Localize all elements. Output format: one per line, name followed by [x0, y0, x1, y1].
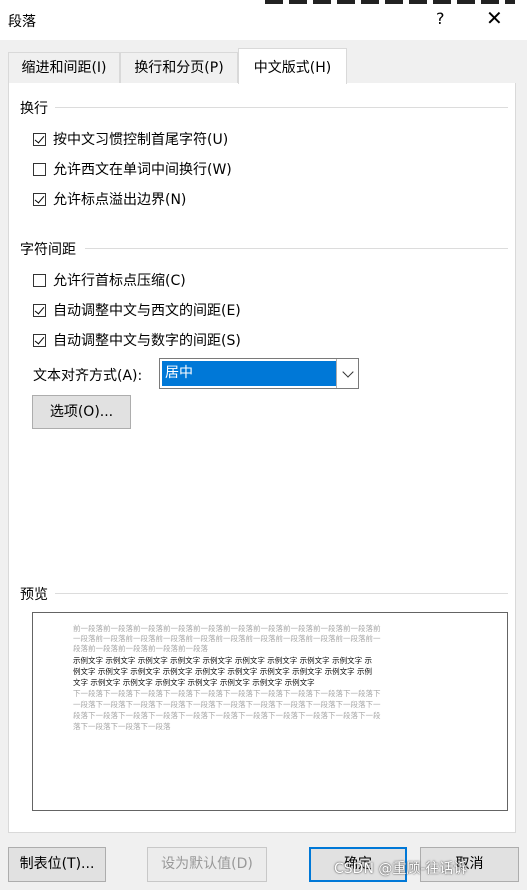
option-label: 自动调整中文与数字的间距(S): [53, 333, 241, 349]
preview-line: 落下一段落下一段落下一段落: [73, 722, 171, 731]
option-label: 允许标点溢出边界(N): [53, 192, 187, 208]
preview-line: 例文字 示例文字 示例文字 示例文字 示例文字 示例文字 示例文字 示例文字 示…: [73, 667, 372, 676]
option-space-asian-numbers[interactable]: 自动调整中文与数字的间距(S): [33, 330, 241, 350]
preview-line: 下一段落下一段落下一段落下一段落下一段落下一段落下一段落下一段落下一段落下一段落…: [73, 689, 381, 698]
set-default-button[interactable]: 设为默认值(D): [147, 847, 267, 882]
text-alignment-value: 居中: [162, 361, 336, 386]
group-divider: [55, 593, 508, 594]
preview-line: 示例文字 示例文字 示例文字 示例文字 示例文字 示例文字 示例文字 示例文字 …: [73, 656, 372, 665]
group-divider: [55, 107, 508, 108]
checkbox[interactable]: [33, 162, 46, 176]
preview-group-title: 预览: [20, 587, 48, 603]
checkbox[interactable]: [33, 132, 46, 146]
preview-line: 段落下一段落下一段落下一段落下一段落下一段落下一段落下一段落下一段落下一段落下一…: [73, 711, 381, 720]
group-divider: [85, 248, 508, 249]
watermark: CSDN @重顾-往话诉: [334, 861, 468, 877]
option-punctuation-control[interactable]: 按中文习惯控制首尾字符(U): [33, 129, 228, 149]
preview-box: 前一段落前一段落前一段落前一段落前一段落前一段落前一段落前一段落前一段落前一段落…: [32, 612, 508, 811]
option-label: 自动调整中文与西文的间距(E): [53, 303, 241, 319]
close-button[interactable]: ✕: [486, 6, 503, 30]
option-western-word-wrap[interactable]: 允许西文在单词中间换行(W): [33, 159, 232, 179]
tab-indents-spacing[interactable]: 缩进和间距(I): [8, 52, 120, 83]
option-compress-punctuation[interactable]: 允许行首标点压缩(C): [33, 270, 186, 290]
tab-line-page-breaks[interactable]: 换行和分页(P): [120, 52, 238, 83]
preview-line: 段落前一段落前一段落前一段落前一段落: [73, 644, 208, 653]
background-window-artifact: [265, 0, 515, 4]
checkbox[interactable]: [33, 333, 46, 347]
option-label: 允许行首标点压缩(C): [53, 273, 186, 289]
checkbox[interactable]: [33, 192, 46, 206]
dialog-title: 段落: [8, 14, 36, 30]
checkbox[interactable]: [33, 303, 46, 317]
preview-line: 一段落下一段落下一段落下一段落下一段落下一段落下一段落下一段落下一段落下一段落下…: [73, 700, 381, 709]
line-break-group-title: 换行: [20, 101, 48, 117]
chevron-down-icon[interactable]: [336, 359, 358, 388]
option-hanging-punctuation[interactable]: 允许标点溢出边界(N): [33, 189, 186, 209]
preview-line: 文字 示例文字 示例文字 示例文字 示例文字 示例文字 示例文字 示例文字: [73, 678, 315, 687]
tabs-button[interactable]: 制表位(T)...: [8, 847, 106, 882]
text-alignment-label: 文本对齐方式(A):: [33, 368, 143, 384]
title-bar: 段落 ? ✕: [0, 0, 527, 40]
option-label: 按中文习惯控制首尾字符(U): [53, 132, 229, 148]
options-button[interactable]: 选项(O)...: [32, 395, 131, 429]
text-alignment-select[interactable]: 居中: [159, 358, 359, 389]
tab-asian-typography[interactable]: 中文版式(H): [238, 48, 347, 84]
help-button[interactable]: ?: [436, 9, 445, 28]
checkbox[interactable]: [33, 273, 46, 287]
char-spacing-group-title: 字符间距: [20, 242, 76, 258]
option-label: 允许西文在单词中间换行(W): [53, 162, 232, 178]
option-space-asian-latin[interactable]: 自动调整中文与西文的间距(E): [33, 300, 241, 320]
